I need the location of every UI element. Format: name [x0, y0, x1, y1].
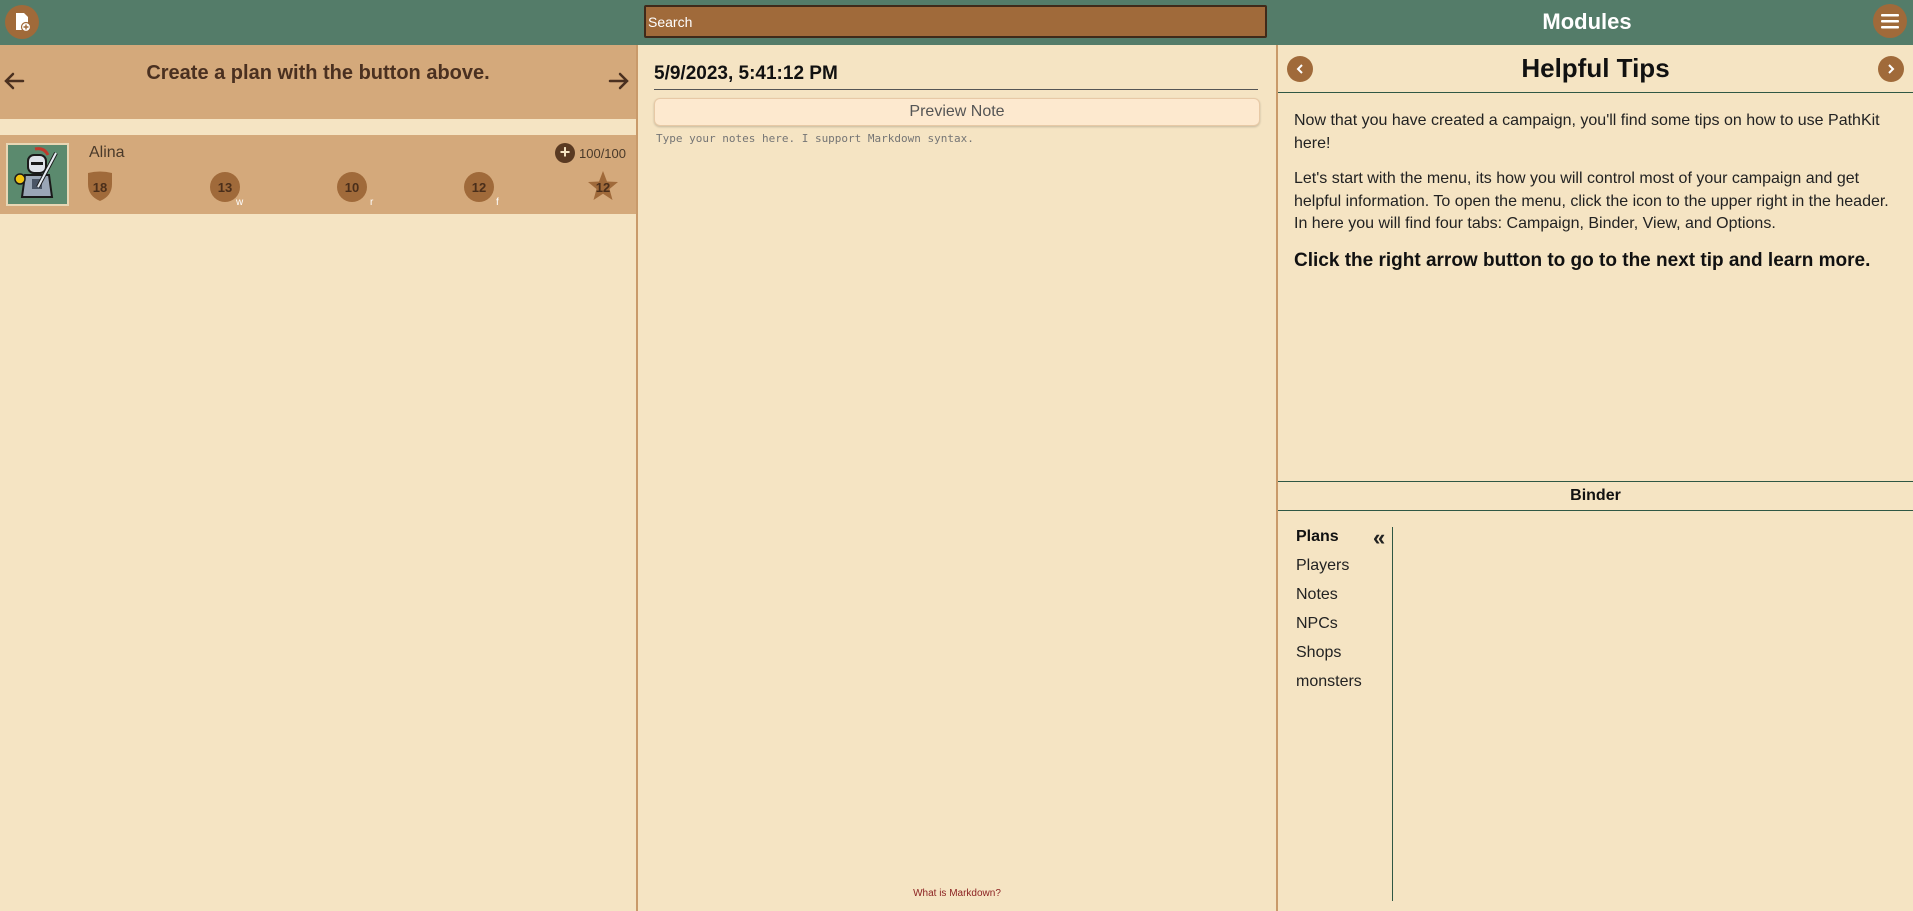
- fortitude-save-label: f: [496, 197, 499, 208]
- armor-class-value: 18: [92, 179, 108, 195]
- will-save-label: w: [236, 197, 244, 208]
- search-input[interactable]: [644, 5, 1267, 38]
- new-campaign-button[interactable]: [5, 5, 39, 39]
- previous-tip-button[interactable]: [1287, 56, 1313, 82]
- fortitude-save-value: 12: [471, 179, 487, 195]
- binder-item-notes[interactable]: Notes: [1296, 586, 1366, 615]
- binder-item-monsters[interactable]: monsters: [1296, 673, 1366, 702]
- tip-paragraph: Let's start with the menu, its how you w…: [1294, 170, 1889, 232]
- preview-note-button[interactable]: Preview Note: [654, 98, 1260, 126]
- player-avatar[interactable]: [6, 143, 69, 206]
- reflex-save-stat: 10: [337, 172, 367, 202]
- binder-divider: [1392, 527, 1393, 901]
- will-save-value: 13: [217, 179, 233, 195]
- note-textarea[interactable]: [656, 132, 1258, 832]
- modules-panel: Helpful Tips Now that you have created a…: [1278, 45, 1913, 911]
- binder-item-npcs[interactable]: NPCs: [1296, 615, 1366, 644]
- plan-empty-message: Create a plan with the button above.: [146, 62, 490, 84]
- modules-title: Modules: [1542, 9, 1632, 34]
- fortitude-save-stat: 12: [464, 172, 494, 202]
- plans-panel: Create a plan with the button above. Ali…: [0, 45, 636, 911]
- armor-class-stat: 18: [85, 171, 115, 202]
- tip-paragraph: Now that you have created a campaign, yo…: [1294, 112, 1880, 152]
- chevron-right-icon: [1888, 64, 1895, 74]
- perception-value: 12: [595, 179, 611, 195]
- binder-nav: Plans Players Notes NPCs Shops monsters: [1296, 528, 1366, 702]
- app-header: Modules: [0, 0, 1913, 45]
- arrow-right-icon: [608, 72, 629, 90]
- binder-item-shops[interactable]: Shops: [1296, 644, 1366, 673]
- new-document-icon: [16, 13, 32, 33]
- hamburger-menu-icon: [1881, 14, 1899, 29]
- add-hp-icon[interactable]: +: [555, 143, 575, 163]
- note-panel: 5/9/2023, 5:41:12 PM Preview Note What i…: [638, 45, 1276, 911]
- tips-title: Helpful Tips: [1521, 53, 1670, 83]
- markdown-help-link[interactable]: What is Markdown?: [638, 888, 1276, 899]
- chevron-left-icon: [1296, 64, 1303, 74]
- reflex-save-value: 10: [344, 179, 360, 195]
- binder-item-players[interactable]: Players: [1296, 557, 1366, 586]
- hp-value: 100/100: [579, 145, 626, 161]
- note-date: 5/9/2023, 5:41:12 PM: [654, 63, 1258, 90]
- menu-button[interactable]: [1873, 4, 1907, 38]
- perception-stat: 12: [588, 171, 618, 202]
- previous-plan-button[interactable]: [0, 67, 28, 95]
- knight-icon: [14, 147, 58, 198]
- arrow-left-icon: [4, 72, 25, 90]
- binder-title: Binder: [1278, 481, 1913, 511]
- player-hp: + 100/100: [555, 143, 626, 163]
- next-plan-button[interactable]: [605, 67, 633, 95]
- collapse-binder-icon[interactable]: «: [1373, 527, 1385, 549]
- player-name: Alina: [89, 144, 125, 161]
- tip-emphasis: Click the right arrow button to go to th…: [1294, 249, 1871, 271]
- reflex-save-label: r: [370, 197, 374, 208]
- plan-bar: Create a plan with the button above.: [0, 45, 636, 119]
- binder-item-plans[interactable]: Plans: [1296, 528, 1366, 557]
- tips-content: Now that you have created a campaign, yo…: [1294, 110, 1904, 272]
- next-tip-button[interactable]: [1878, 56, 1904, 82]
- tips-header: Helpful Tips: [1278, 45, 1913, 93]
- player-row[interactable]: Alina + 100/100 18 13 w 10 r 12 f 12: [0, 135, 636, 214]
